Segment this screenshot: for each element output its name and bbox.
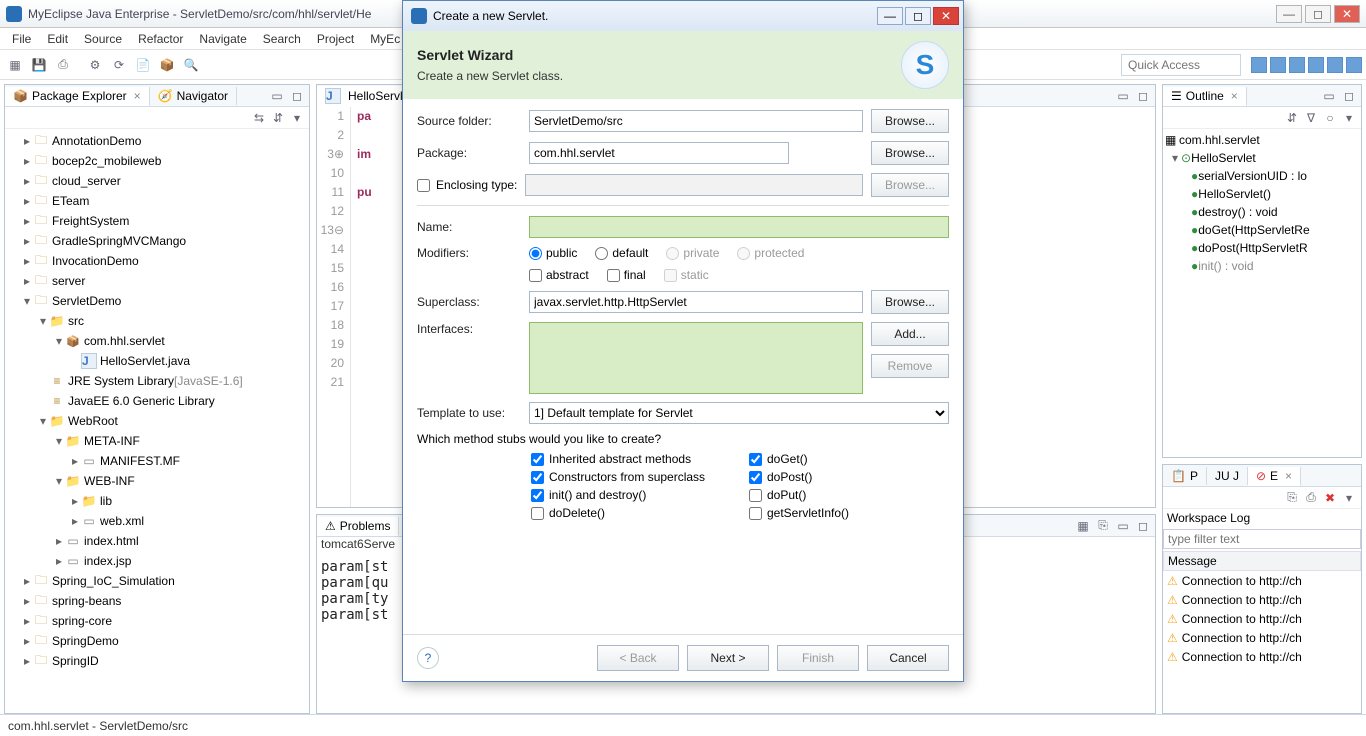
checkbox-static: static [664, 268, 709, 282]
superclass-input[interactable] [529, 291, 863, 313]
template-label: Template to use: [417, 406, 521, 420]
dialog-title: Create a new Servlet. [433, 9, 548, 23]
finish-button: Finish [777, 645, 859, 671]
dialog-titlebar: Create a new Servlet. — ◻ ✕ [403, 1, 963, 31]
dialog-icon [411, 8, 427, 24]
browse-superclass-button[interactable]: Browse... [871, 290, 949, 314]
enclosing-type-input [525, 174, 863, 196]
checkbox-doput[interactable]: doPut() [749, 488, 949, 502]
interfaces-list[interactable] [529, 322, 863, 394]
enclosing-type-checkbox[interactable] [417, 179, 430, 192]
superclass-label: Superclass: [417, 295, 521, 309]
browse-package-button[interactable]: Browse... [871, 141, 949, 165]
radio-default[interactable]: default [595, 246, 648, 260]
dialog-heading: Servlet Wizard [417, 47, 901, 63]
back-button: < Back [597, 645, 679, 671]
template-select[interactable]: 1] Default template for Servlet [529, 402, 949, 424]
remove-interface-button: Remove [871, 354, 949, 378]
name-input[interactable] [529, 216, 949, 238]
package-input[interactable] [529, 142, 789, 164]
checkbox-inherited[interactable]: Inherited abstract methods [531, 452, 731, 466]
browse-source-button[interactable]: Browse... [871, 109, 949, 133]
dialog-close-button[interactable]: ✕ [933, 7, 959, 25]
interfaces-label: Interfaces: [417, 322, 521, 336]
checkbox-getservletinfo[interactable]: getServletInfo() [749, 506, 949, 520]
wizard-logo-icon: S [901, 41, 949, 89]
servlet-wizard-dialog: Create a new Servlet. — ◻ ✕ Servlet Wiza… [402, 0, 964, 682]
dialog-minimize-button[interactable]: — [877, 7, 903, 25]
enclosing-type-label: Enclosing type: [436, 178, 517, 192]
help-icon[interactable]: ? [417, 647, 439, 669]
checkbox-doget[interactable]: doGet() [749, 452, 949, 466]
dialog-body: Source folder: Browse... Package: Browse… [403, 99, 963, 634]
checkbox-final[interactable]: final [607, 268, 646, 282]
radio-public[interactable]: public [529, 246, 577, 260]
name-label: Name: [417, 220, 521, 234]
checkbox-constructors[interactable]: Constructors from superclass [531, 470, 731, 484]
checkbox-dopost[interactable]: doPost() [749, 470, 949, 484]
checkbox-abstract[interactable]: abstract [529, 268, 589, 282]
cancel-button[interactable]: Cancel [867, 645, 949, 671]
checkbox-dodelete[interactable]: doDelete() [531, 506, 731, 520]
browse-enclosing-button: Browse... [871, 173, 949, 197]
next-button[interactable]: Next > [687, 645, 769, 671]
dialog-footer: ? < Back Next > Finish Cancel [403, 634, 963, 681]
radio-protected: protected [737, 246, 804, 260]
package-label: Package: [417, 146, 521, 160]
add-interface-button[interactable]: Add... [871, 322, 949, 346]
checkbox-init-destroy[interactable]: init() and destroy() [531, 488, 731, 502]
stubs-question: Which method stubs would you like to cre… [417, 432, 949, 446]
modifiers-label: Modifiers: [417, 246, 521, 260]
dialog-maximize-button[interactable]: ◻ [905, 7, 931, 25]
radio-private: private [666, 246, 719, 260]
dialog-subheading: Create a new Servlet class. [417, 69, 901, 83]
source-folder-label: Source folder: [417, 114, 521, 128]
dialog-banner: Servlet Wizard Create a new Servlet clas… [403, 31, 963, 99]
modal-overlay: Create a new Servlet. — ◻ ✕ Servlet Wiza… [0, 0, 1366, 736]
source-folder-input[interactable] [529, 110, 863, 132]
